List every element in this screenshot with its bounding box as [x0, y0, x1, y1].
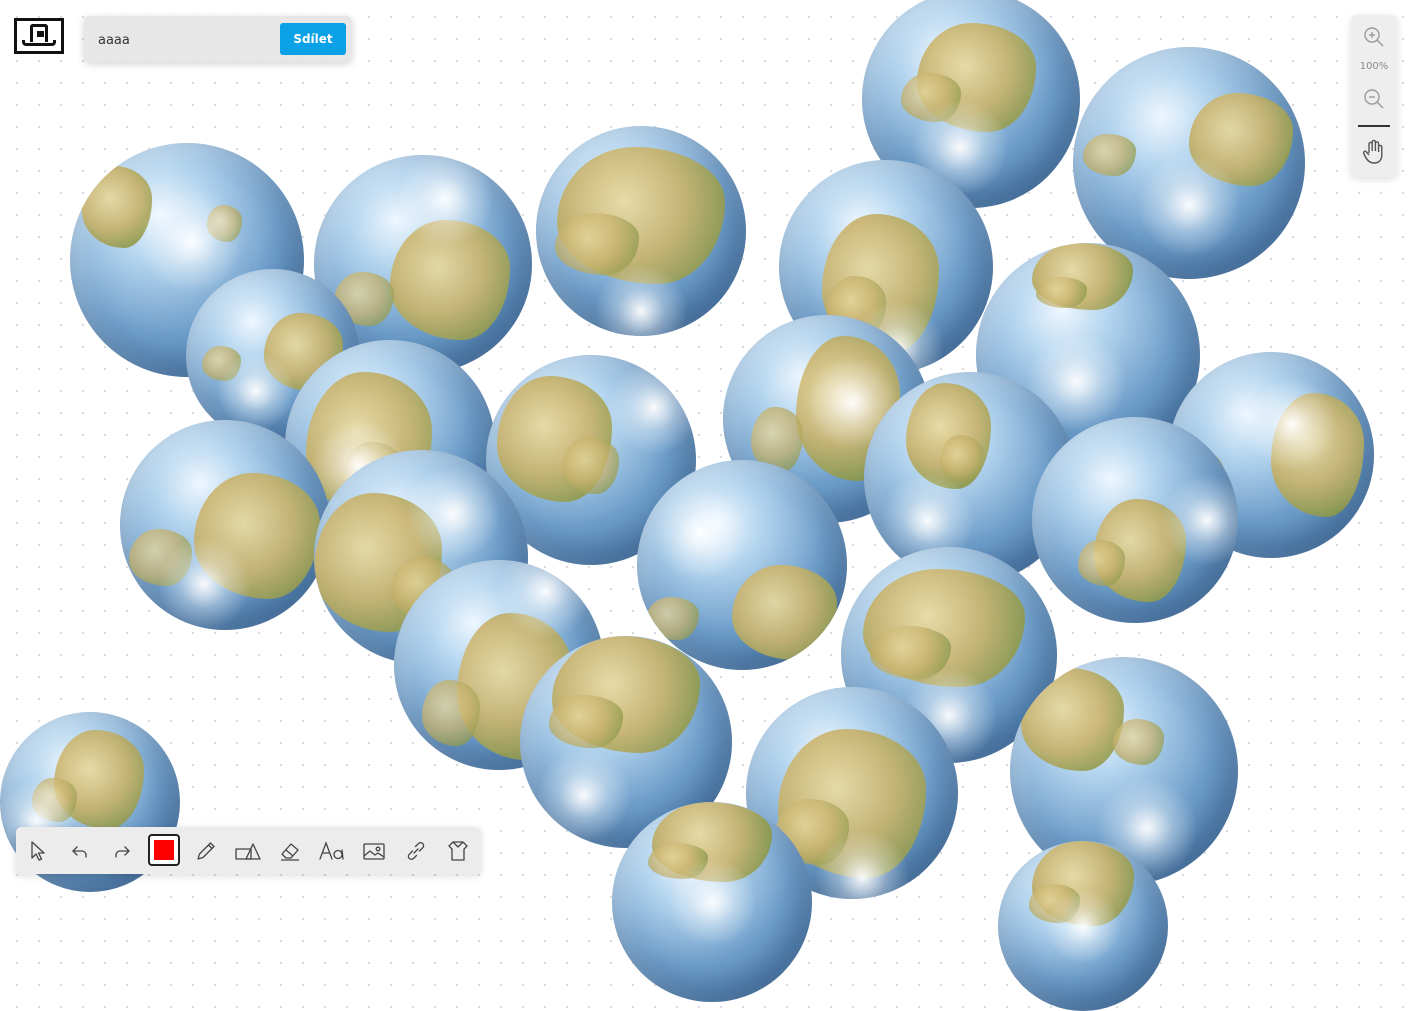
zoom-panel: 100% — [1351, 15, 1397, 177]
zoom-level-label: 100% — [1359, 61, 1389, 72]
globe-image[interactable] — [612, 802, 812, 1002]
globe-highlight — [667, 857, 757, 947]
bottom-toolbar — [16, 827, 481, 874]
redo-icon[interactable] — [106, 835, 138, 867]
eraser-icon[interactable] — [274, 835, 306, 867]
pen-icon[interactable] — [190, 835, 222, 867]
current-color-swatch — [154, 840, 174, 860]
color-picker-button[interactable] — [148, 834, 180, 866]
background-icon[interactable] — [442, 835, 474, 867]
globe-image[interactable] — [998, 841, 1168, 1011]
link-icon[interactable] — [400, 835, 432, 867]
shapes-icon[interactable] — [232, 835, 264, 867]
image-icon[interactable] — [358, 835, 390, 867]
undo-icon[interactable] — [64, 835, 96, 867]
globe-highlight — [652, 486, 748, 581]
zoom-in-icon[interactable] — [1360, 23, 1388, 51]
globe-highlight — [395, 155, 494, 248]
globe-highlight — [606, 360, 696, 455]
globe-landmass — [1036, 277, 1087, 308]
globe-highlight — [1245, 377, 1338, 471]
logo-base — [22, 40, 56, 46]
globe-image[interactable] — [637, 460, 847, 670]
select-icon[interactable] — [22, 835, 54, 867]
whiteboard-canvas[interactable] — [0, 0, 1412, 1011]
globe-highlight — [1136, 152, 1242, 257]
globe-highlight — [139, 188, 245, 294]
globe-highlight — [216, 351, 295, 430]
globe-highlight — [156, 536, 252, 630]
globe-image[interactable] — [120, 420, 330, 630]
globe-landmass — [1078, 539, 1125, 586]
globe-landmass — [940, 435, 983, 483]
globe-image[interactable] — [1032, 417, 1238, 623]
zoom-out-icon[interactable] — [1360, 85, 1388, 113]
zoom-divider — [1358, 125, 1390, 127]
globe-image[interactable] — [536, 126, 746, 336]
globe-highlight — [404, 466, 502, 563]
globe-landmass — [422, 679, 481, 746]
globe-landmass — [1021, 668, 1124, 771]
share-button[interactable]: Sdílet — [280, 23, 346, 55]
share-bar: Sdílet — [84, 16, 352, 62]
globe-highlight — [1044, 887, 1122, 965]
app-logo[interactable] — [14, 18, 64, 54]
text-icon[interactable] — [316, 835, 348, 867]
globe-landmass — [731, 565, 837, 660]
globe-highlight — [535, 747, 632, 843]
share-name-input[interactable] — [96, 28, 270, 52]
globe-landmass — [548, 695, 623, 748]
globe-landmass — [1083, 133, 1136, 176]
hand-pan-icon[interactable] — [1360, 138, 1388, 166]
globe-landmass — [646, 597, 699, 640]
globe-landmass — [1112, 719, 1164, 766]
globe-landmass — [561, 437, 620, 494]
